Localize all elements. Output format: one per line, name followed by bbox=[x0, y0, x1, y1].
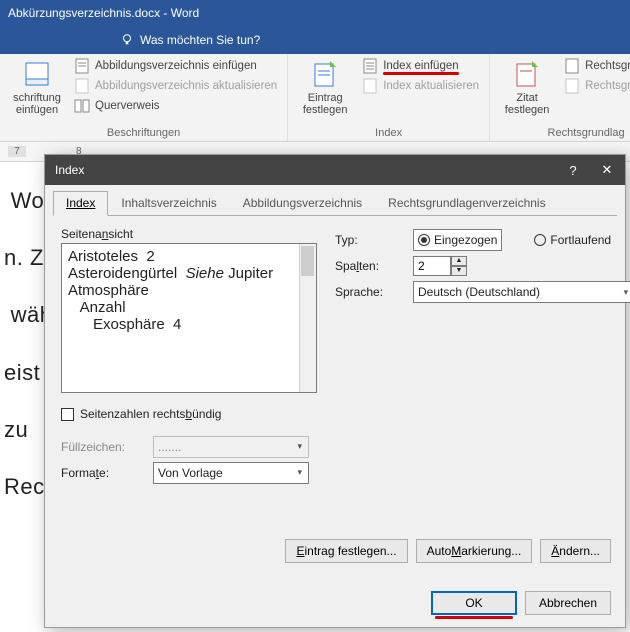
insert-figure-index-label: Abbildungsverzeichnis einfügen bbox=[95, 60, 257, 72]
chevron-down-icon: ▾ bbox=[622, 287, 630, 298]
ribbon-group-label-captions: Beschriftungen bbox=[10, 125, 277, 139]
mark-entry-button[interactable]: Eintrag festlegen bbox=[298, 58, 352, 116]
ribbon-group-captions: schriftung einfügen Abbildungsverzeichni… bbox=[0, 54, 288, 141]
cancel-button[interactable]: Abbrechen bbox=[525, 591, 611, 615]
insert-figure-index-button[interactable]: Abbildungsverzeichnis einfügen bbox=[74, 58, 277, 74]
formate-value: Von Vorlage bbox=[158, 466, 223, 480]
dialog-titlebar[interactable]: Index ? ✕ bbox=[45, 155, 625, 185]
update-figure-index-label: Abbildungsverzeichnis aktualisieren bbox=[95, 80, 277, 92]
dialog-title: Index bbox=[55, 163, 84, 177]
insert-index-label: Index einfügen bbox=[383, 60, 458, 72]
aendern-button[interactable]: Ändern... bbox=[540, 539, 611, 563]
tab-figures[interactable]: Abbildungsverzeichnis bbox=[230, 191, 375, 216]
insert-legal-button[interactable]: Rechtsgrundlage bbox=[564, 58, 630, 74]
document-icon bbox=[74, 58, 90, 74]
insert-legal-label: Rechtsgrundlage bbox=[585, 60, 630, 72]
update-index-button[interactable]: Index aktualisieren bbox=[362, 78, 479, 94]
index-dialog: Index ? ✕ Index Inhaltsverzeichnis Abbil… bbox=[44, 154, 626, 628]
ribbon-group-index: Eintrag festlegen Index einfügen Index a… bbox=[288, 54, 490, 141]
insert-caption-button[interactable]: schriftung einfügen bbox=[10, 58, 64, 116]
tab-toc[interactable]: Inhaltsverzeichnis bbox=[108, 191, 229, 216]
dialog-footer: Eintrag festlegen... AutoMarkierung... Ä… bbox=[59, 539, 611, 615]
spin-down-icon[interactable]: ▼ bbox=[451, 266, 467, 276]
preview-line: Exosphäre 4 bbox=[68, 316, 310, 333]
fuellzeichen-value: ....... bbox=[158, 440, 181, 454]
window-titlebar: Abkürzungsverzeichnis.docx - Word bbox=[0, 0, 630, 26]
sprache-value: Deutsch (Deutschland) bbox=[418, 285, 540, 299]
preview-label: Seitenansicht bbox=[61, 227, 317, 241]
preview-line: Asteroidengürtel Siehe Jupiter bbox=[68, 265, 310, 282]
mark-citation-icon bbox=[511, 58, 543, 90]
ribbon-group-label-index: Index bbox=[298, 125, 479, 139]
lightbulb-icon bbox=[120, 33, 134, 47]
sprache-select[interactable]: Deutsch (Deutschland) ▾ bbox=[413, 281, 630, 303]
mark-entry-icon bbox=[309, 58, 341, 90]
rightalign-label: Seitenzahlen rechtsbündig bbox=[80, 407, 221, 421]
ruler-mark-7: 7 bbox=[8, 146, 26, 157]
crossref-button[interactable]: Querverweis bbox=[74, 98, 277, 114]
radio-dot-icon bbox=[534, 234, 546, 246]
spin-up-icon[interactable]: ▲ bbox=[451, 256, 467, 266]
spalten-spinner[interactable]: ▲▼ bbox=[413, 256, 467, 276]
crossref-label: Querverweis bbox=[95, 100, 160, 112]
chevron-down-icon: ▾ bbox=[295, 467, 304, 478]
update-figure-index-button[interactable]: Abbildungsverzeichnis aktualisieren bbox=[74, 78, 277, 94]
update-legal-icon bbox=[564, 78, 580, 94]
update-legal-label: Rechtsgrundlag bbox=[585, 80, 630, 92]
ribbon-group-label-legal: Rechtsgrundlag bbox=[500, 125, 630, 139]
caption-icon bbox=[21, 58, 53, 90]
chevron-down-icon: ▾ bbox=[295, 441, 304, 452]
tab-legal[interactable]: Rechtsgrundlagenverzeichnis bbox=[375, 191, 558, 216]
update-icon bbox=[74, 78, 90, 94]
dialog-help-button[interactable]: ? bbox=[565, 163, 581, 178]
radio-dot-icon bbox=[418, 234, 430, 246]
legal-doc-icon bbox=[564, 58, 580, 74]
update-index-label: Index aktualisieren bbox=[383, 80, 479, 92]
typ-label: Typ: bbox=[335, 233, 405, 247]
crossref-icon bbox=[74, 98, 90, 114]
rightalign-checkbox[interactable]: Seitenzahlen rechtsbündig bbox=[61, 407, 221, 421]
formate-select[interactable]: Von Vorlage ▾ bbox=[153, 462, 309, 484]
dialog-tabs: Index Inhaltsverzeichnis Abbildungsverze… bbox=[45, 185, 625, 216]
mark-citation-button[interactable]: Zitat festlegen bbox=[500, 58, 554, 116]
radio-fortlaufend[interactable]: Fortlaufend bbox=[534, 233, 611, 247]
insert-caption-label: schriftung einfügen bbox=[13, 92, 61, 116]
spalten-label: Spalten: bbox=[335, 259, 405, 273]
sprache-label: Sprache: bbox=[335, 285, 405, 299]
formate-label: Formate: bbox=[61, 466, 145, 480]
spalten-input[interactable] bbox=[413, 256, 451, 276]
insert-index-icon bbox=[362, 58, 378, 74]
tab-index[interactable]: Index bbox=[53, 191, 108, 216]
dialog-close-button[interactable]: ✕ bbox=[599, 162, 615, 178]
fuellzeichen-label: Füllzeichen: bbox=[61, 440, 145, 454]
window-title: Abkürzungsverzeichnis.docx - Word bbox=[8, 6, 199, 20]
preview-scrollbar[interactable] bbox=[299, 244, 316, 392]
preview-box: Aristoteles 2 Asteroidengürtel Siehe Jup… bbox=[61, 243, 317, 393]
mark-entry-label: Eintrag festlegen bbox=[303, 92, 348, 116]
preview-scroll-thumb[interactable] bbox=[301, 246, 314, 276]
automarkierung-button[interactable]: AutoMarkierung... bbox=[416, 539, 533, 563]
ribbon-group-legal: Zitat festlegen Rechtsgrundlage Rechtsgr… bbox=[490, 54, 630, 141]
fuellzeichen-select: ....... ▾ bbox=[153, 436, 309, 458]
radio-eingezogen[interactable]: Eingezogen bbox=[413, 229, 502, 251]
update-index-icon bbox=[362, 78, 378, 94]
preview-line: Aristoteles 2 bbox=[68, 248, 310, 265]
preview-line: Atmosphäre bbox=[68, 282, 310, 299]
dialog-body: Seitenansicht Aristoteles 2 Asteroidengü… bbox=[45, 217, 625, 492]
tell-me-text: Was möchten Sie tun? bbox=[140, 33, 260, 47]
update-legal-button[interactable]: Rechtsgrundlag bbox=[564, 78, 630, 94]
insert-index-button[interactable]: Index einfügen bbox=[362, 58, 479, 74]
tell-me-bar[interactable]: Was möchten Sie tun? bbox=[0, 26, 630, 54]
ribbon: schriftung einfügen Abbildungsverzeichni… bbox=[0, 54, 630, 142]
preview-line: Anzahl bbox=[68, 299, 310, 316]
checkbox-icon bbox=[61, 408, 74, 421]
ok-button[interactable]: OK bbox=[431, 591, 517, 615]
eintrag-festlegen-button[interactable]: Eintrag festlegen... bbox=[285, 539, 407, 563]
mark-citation-label: Zitat festlegen bbox=[505, 92, 550, 116]
